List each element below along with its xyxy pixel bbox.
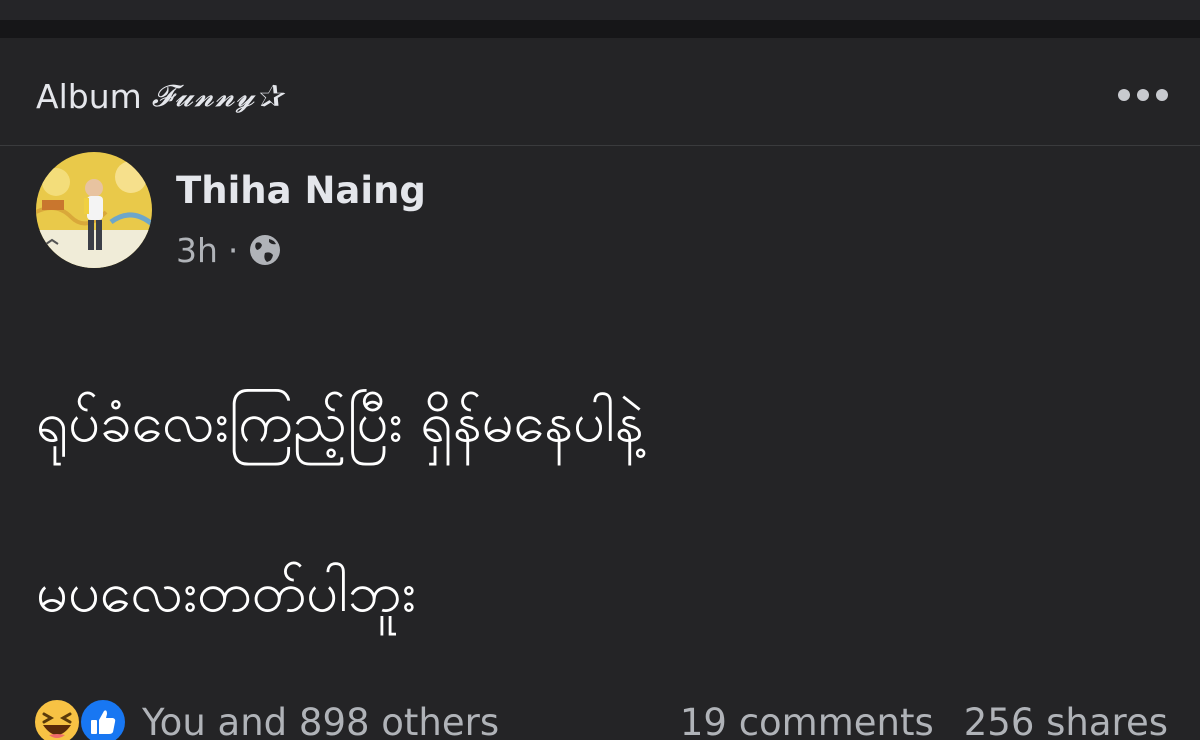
album-header[interactable]: Album 𝓕𝓾𝓷𝓷𝔂✰ bbox=[36, 74, 284, 118]
reaction-icons[interactable] bbox=[32, 697, 128, 740]
haha-icon bbox=[33, 698, 81, 740]
avatar-image bbox=[36, 152, 152, 268]
post-body-line: မပလေးတတ်ပါဘူး bbox=[36, 560, 416, 625]
top-strip bbox=[0, 0, 1200, 20]
post-body: ရုပ်ခံလေးကြည့်ပြီး ရှိန်မနေပါနဲ့ မပလေးတတ… bbox=[36, 343, 1156, 683]
more-dot-icon bbox=[1137, 89, 1149, 101]
comments-count[interactable]: 19 comments bbox=[680, 701, 934, 740]
like-icon bbox=[79, 698, 127, 740]
album-prefix: Album bbox=[36, 76, 142, 116]
post-meta: 3h · bbox=[176, 230, 282, 270]
meta-separator: · bbox=[227, 230, 239, 270]
feed-divider bbox=[0, 20, 1200, 38]
reactions-summary[interactable]: You and 898 others bbox=[142, 701, 499, 740]
avatar[interactable] bbox=[36, 152, 152, 268]
album-name[interactable]: 𝓕𝓾𝓷𝓷𝔂✰ bbox=[152, 79, 284, 114]
more-dot-icon bbox=[1118, 89, 1130, 101]
globe-icon[interactable] bbox=[248, 233, 282, 267]
post-timestamp[interactable]: 3h bbox=[176, 231, 218, 270]
shares-count[interactable]: 256 shares bbox=[964, 701, 1168, 740]
more-options-button[interactable] bbox=[1118, 80, 1168, 110]
post-footer: You and 898 others 19 comments 256 share… bbox=[32, 694, 1168, 740]
more-dot-icon bbox=[1156, 89, 1168, 101]
post-body-line: ရုပ်ခံလေးကြည့်ပြီး ရှိန်မနေပါနဲ့ bbox=[36, 390, 644, 455]
post-card: Album 𝓕𝓾𝓷𝓷𝔂✰ Thiha Naing 3h · ရုပ်ခံလေးက… bbox=[0, 38, 1200, 740]
author-name[interactable]: Thiha Naing bbox=[176, 169, 426, 212]
header-divider bbox=[0, 145, 1200, 146]
